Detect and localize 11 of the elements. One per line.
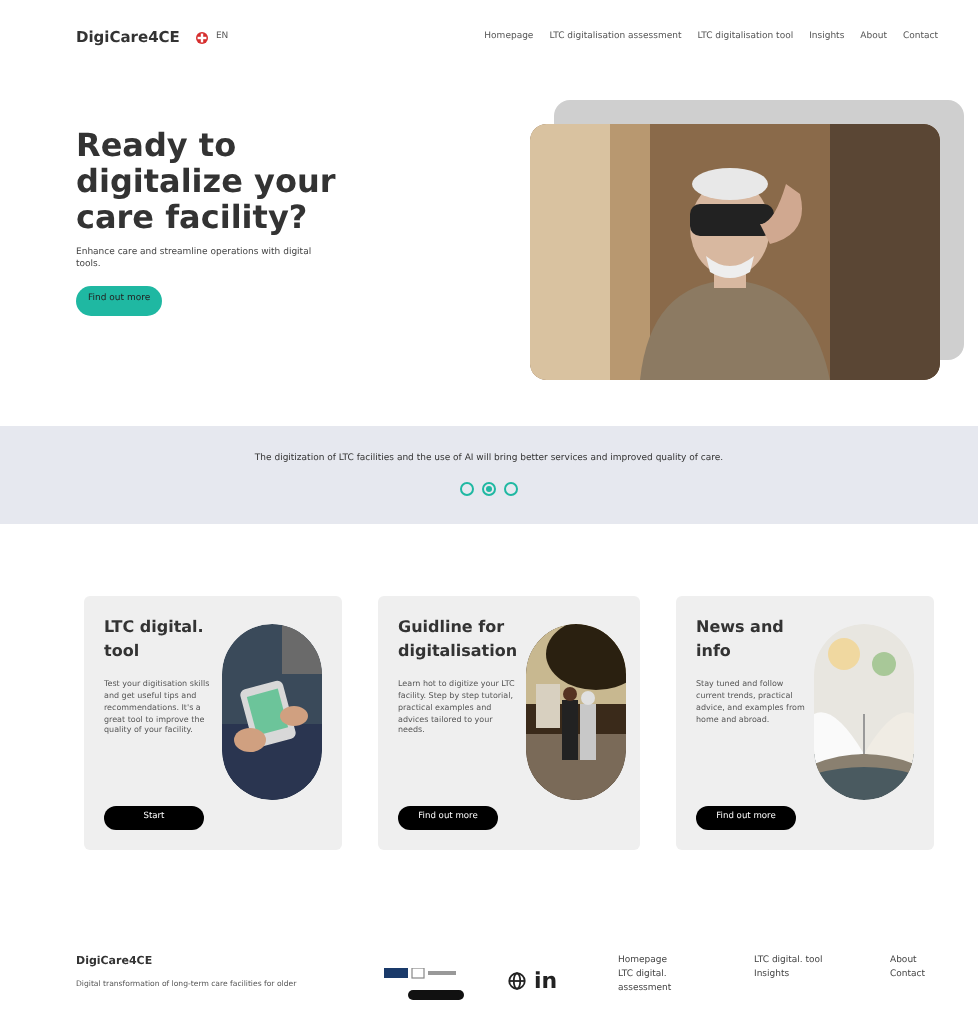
carousel-dot[interactable] bbox=[482, 482, 496, 497]
partner-logo-icon bbox=[384, 968, 464, 1002]
linkedin-link[interactable]: in bbox=[534, 970, 558, 992]
card-title: Guidline for digitalisation bbox=[398, 616, 518, 663]
globe-icon[interactable] bbox=[508, 972, 526, 990]
carousel-dot[interactable] bbox=[504, 482, 518, 497]
card-title: LTC digital. tool bbox=[104, 616, 206, 663]
card-title: News and info bbox=[696, 616, 786, 663]
carousel-dot[interactable] bbox=[460, 482, 474, 497]
flag-icon[interactable] bbox=[195, 32, 208, 44]
hero-title: Ready to digitalize your care facility? bbox=[76, 128, 338, 236]
